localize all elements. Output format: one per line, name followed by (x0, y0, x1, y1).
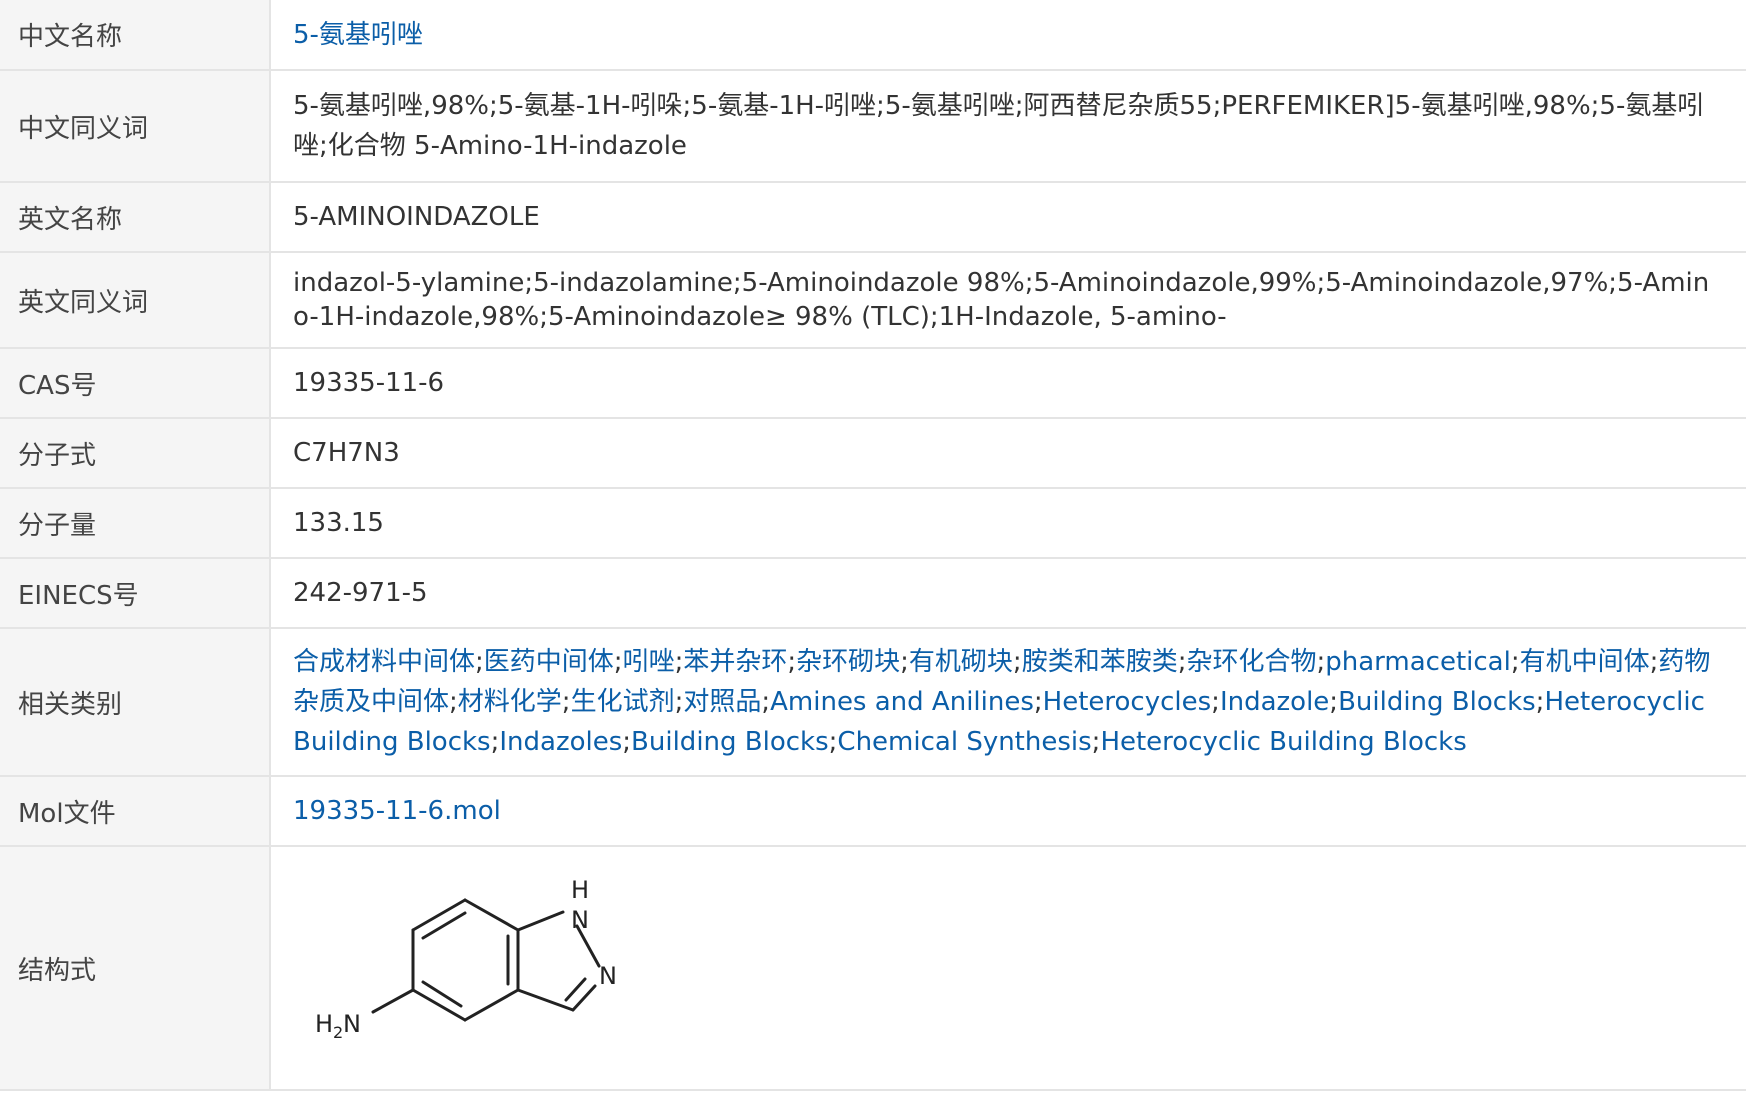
category-link[interactable]: 有机砌块 (909, 647, 1013, 677)
category-link[interactable]: Building Blocks (1338, 687, 1536, 717)
category-link[interactable]: Chemical Synthesis (837, 727, 1091, 757)
category-separator: ; (1033, 687, 1043, 717)
category-link[interactable]: 合成材料中间体 (293, 647, 475, 677)
cn-name-link[interactable]: 5-氨基吲唑 (293, 20, 423, 50)
category-link[interactable]: Indazole (1220, 687, 1329, 717)
category-link[interactable]: 胺类和苯胺类 (1022, 647, 1178, 677)
category-link[interactable]: 材料化学 (458, 687, 562, 717)
label-en-synonyms: 英文同义词 (0, 252, 271, 349)
category-link[interactable]: 有机中间体 (1520, 647, 1650, 677)
atom-n3-label: N (343, 1010, 361, 1038)
atom-subscript-label: 2 (333, 1023, 343, 1042)
category-separator: ; (787, 647, 797, 677)
category-link[interactable]: Heterocycles (1043, 687, 1212, 717)
en-synonyms-value: indazol-5-ylamine;5-indazolamine;5-Amino… (270, 252, 1746, 349)
row-categories: 相关类别 合成材料中间体;医药中间体;吲唑;苯并杂环;杂环砌块;有机砌块;胺类和… (0, 628, 1746, 777)
atom-h2-label: H (315, 1010, 333, 1038)
row-cn-synonyms: 中文同义词 5-氨基吲唑,98%;5-氨基-1H-吲哚;5-氨基-1H-吲唑;5… (0, 70, 1746, 183)
label-mol-file: Mol文件 (0, 776, 271, 847)
row-en-synonyms: 英文同义词 indazol-5-ylamine;5-indazolamine;5… (0, 252, 1746, 349)
category-separator: ; (449, 687, 458, 717)
category-link[interactable]: 杂环砌块 (796, 647, 900, 677)
structure-diagram: H N N H 2 N (315, 876, 617, 1042)
cn-synonyms-value: 5-氨基吲唑,98%;5-氨基-1H-吲哚;5-氨基-1H-吲唑;5-氨基吲唑;… (270, 70, 1746, 183)
row-mw: 分子量 133.15 (0, 488, 1746, 559)
atom-h-label: H (571, 876, 589, 904)
atom-n1-label: N (571, 906, 589, 934)
compound-info-table: 中文名称 5-氨基吲唑 中文同义词 5-氨基吲唑,98%;5-氨基-1H-吲哚;… (0, 0, 1746, 1091)
category-separator: ; (1012, 647, 1022, 677)
row-cas: CAS号 19335-11-6 (0, 348, 1746, 419)
category-link[interactable]: 对照品 (683, 687, 761, 717)
category-link[interactable]: 医药中间体 (484, 647, 614, 677)
label-cas: CAS号 (0, 348, 271, 419)
einecs-value: 242-971-5 (270, 558, 1746, 629)
mw-value: 133.15 (270, 488, 1746, 559)
row-en-name: 英文名称 5-AMINOINDAZOLE (0, 182, 1746, 253)
label-cn-name: 中文名称 (0, 0, 271, 71)
category-link[interactable]: 苯并杂环 (683, 647, 787, 677)
category-link[interactable]: Indazoles (499, 727, 622, 757)
label-en-name: 英文名称 (0, 182, 271, 253)
atom-n2-label: N (599, 962, 617, 990)
label-mw: 分子量 (0, 488, 271, 559)
category-separator: ; (475, 647, 484, 677)
category-separator: ; (1329, 687, 1339, 717)
cas-value: 19335-11-6 (270, 348, 1746, 419)
label-categories: 相关类别 (0, 628, 271, 777)
row-einecs: EINECS号 242-971-5 (0, 558, 1746, 629)
category-link[interactable]: 生化试剂 (571, 687, 675, 717)
label-cn-synonyms: 中文同义词 (0, 70, 271, 183)
category-separator: ; (561, 687, 571, 717)
category-link[interactable]: 吲唑 (623, 647, 675, 677)
category-link[interactable]: Amines and Anilines (770, 687, 1034, 717)
category-separator: ; (622, 727, 632, 757)
mol-file-link[interactable]: 19335-11-6.mol (293, 796, 501, 826)
row-cn-name: 中文名称 5-氨基吲唑 (0, 0, 1746, 71)
category-separator: ; (900, 647, 909, 677)
formula-value: C7H7N3 (270, 418, 1746, 489)
category-separator: ; (1510, 647, 1520, 677)
row-mol-file: Mol文件 19335-11-6.mol (0, 776, 1746, 847)
label-einecs: EINECS号 (0, 558, 271, 629)
category-link[interactable]: pharmacetical (1325, 647, 1511, 677)
category-link[interactable]: 杂环化合物 (1186, 647, 1316, 677)
category-link[interactable]: Building Blocks (631, 727, 829, 757)
label-structure: 结构式 (0, 846, 271, 1091)
row-formula: 分子式 C7H7N3 (0, 418, 1746, 489)
category-separator: ; (613, 647, 623, 677)
label-formula: 分子式 (0, 418, 271, 489)
category-separator: ; (761, 687, 771, 717)
row-structure: 结构式 H N N H 2 N (0, 846, 1746, 1091)
category-separator: ; (1316, 647, 1326, 677)
category-separator: ; (1211, 687, 1220, 717)
en-name-value: 5-AMINOINDAZOLE (270, 182, 1746, 253)
category-link[interactable]: Heterocyclic Building Blocks (1100, 727, 1466, 757)
categories-value: 合成材料中间体;医药中间体;吲唑;苯并杂环;杂环砌块;有机砌块;胺类和苯胺类;杂… (270, 628, 1746, 777)
structure-image: H N N H 2 N (293, 848, 693, 1088)
